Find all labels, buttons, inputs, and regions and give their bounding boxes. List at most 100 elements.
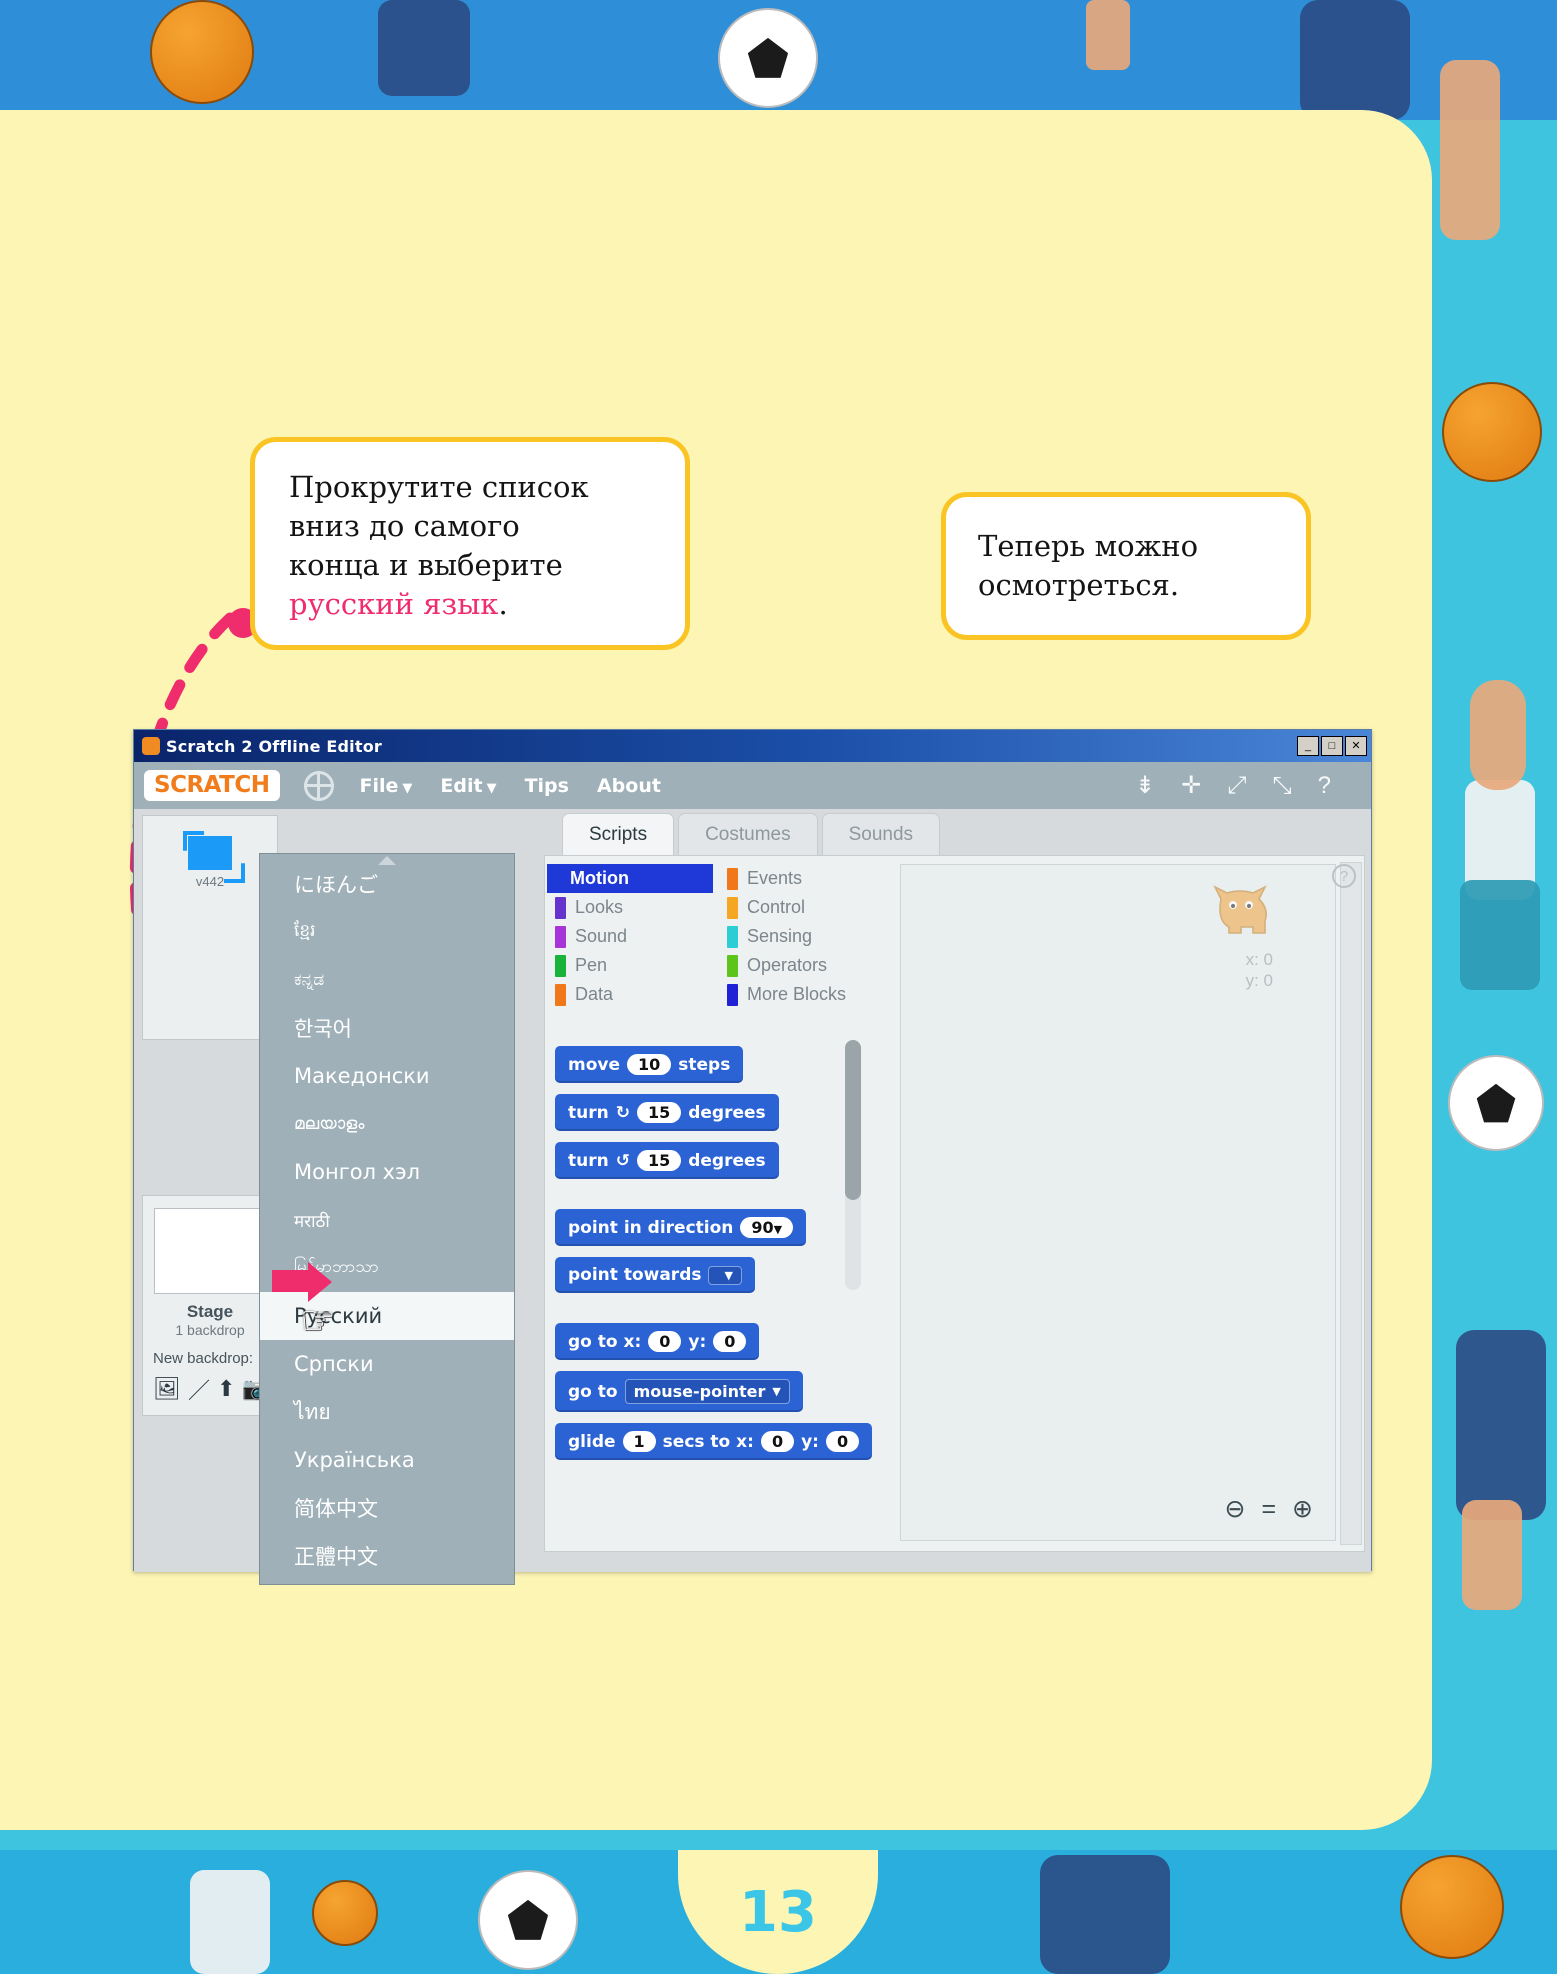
upload-backdrop-icon[interactable]: ⬆ xyxy=(217,1376,235,1402)
block-turn-counterclockwise[interactable]: turn ↺ 15 degrees xyxy=(555,1142,779,1179)
canvas-scrollbar[interactable] xyxy=(1340,862,1362,1545)
block-input-degrees[interactable]: 15 xyxy=(636,1150,682,1171)
chevron-down-icon: ▼ xyxy=(772,1385,781,1398)
callout-period: . xyxy=(498,586,508,621)
category-operators[interactable]: Operators xyxy=(727,951,885,980)
sprite-coordinates: x: 0 y: 0 xyxy=(1246,949,1273,992)
sprite-thumbnail-icon[interactable] xyxy=(188,836,232,870)
zoom-out-icon[interactable]: ⊖ xyxy=(1224,1494,1245,1524)
category-control[interactable]: Control xyxy=(727,893,885,922)
category-label: Data xyxy=(575,984,614,1004)
menu-tips[interactable]: Tips xyxy=(525,775,569,797)
block-text: secs to x: xyxy=(662,1431,754,1452)
tab-scripts[interactable]: Scripts xyxy=(562,813,675,855)
category-label: Operators xyxy=(747,955,828,975)
duplicate-icon[interactable]: ⇟ xyxy=(1135,771,1155,800)
minimize-button[interactable]: _ xyxy=(1297,736,1319,756)
block-input-x[interactable]: 0 xyxy=(760,1431,795,1452)
maximize-button[interactable]: □ xyxy=(1321,736,1343,756)
zoom-in-icon[interactable]: ⊕ xyxy=(1292,1494,1313,1524)
language-item-chinese-simplified[interactable]: 简体中文 xyxy=(260,1484,514,1532)
canvas-help-icon[interactable]: ? xyxy=(1332,864,1356,888)
zoom-reset-icon[interactable]: = xyxy=(1261,1495,1276,1524)
category-looks[interactable]: Looks xyxy=(555,893,713,922)
script-canvas[interactable]: x: 0 y: 0 ⊖ = ⊕ xyxy=(900,864,1336,1541)
language-item-marathi[interactable]: मराठी xyxy=(260,1196,514,1244)
block-palette: Motion Events Looks Control Sound Sensin… xyxy=(547,864,885,1009)
category-motion[interactable]: Motion xyxy=(547,864,713,893)
block-point-in-direction[interactable]: point in direction 90▼ xyxy=(555,1209,807,1246)
block-input-direction[interactable]: 90▼ xyxy=(740,1217,794,1238)
grow-icon[interactable]: ⤢ xyxy=(1227,772,1246,800)
category-pen[interactable]: Pen xyxy=(555,951,713,980)
turn-counterclockwise-icon: ↺ xyxy=(615,1150,630,1171)
category-sound[interactable]: Sound xyxy=(555,922,713,951)
scroll-up-arrow-icon[interactable] xyxy=(378,856,396,865)
stage-preview[interactable] xyxy=(154,1208,266,1294)
language-item-malayalam[interactable]: മലയാളം xyxy=(260,1100,514,1148)
language-item-thai[interactable]: ไทย xyxy=(260,1388,514,1436)
block-glide-to-xy[interactable]: glide 1 secs to x: 0 y: 0 xyxy=(555,1423,873,1460)
canvas-zoom-controls: ⊖ = ⊕ xyxy=(1224,1494,1313,1524)
block-input-steps[interactable]: 10 xyxy=(627,1054,672,1075)
block-input-secs[interactable]: 1 xyxy=(622,1431,656,1452)
sprite-y-value: y: 0 xyxy=(1245,971,1273,991)
tab-costumes[interactable]: Costumes xyxy=(678,813,818,855)
language-dropdown[interactable]: にほんご ខ្មែរ ಕನ್ನಡ 한국어 Македонски മലയാളം М… xyxy=(259,853,515,1585)
block-input-x[interactable]: 0 xyxy=(648,1331,682,1352)
block-input-degrees[interactable]: 15 xyxy=(636,1102,682,1123)
block-point-towards[interactable]: point towards ▼ xyxy=(555,1257,755,1293)
paint-backdrop-icon[interactable]: ／ xyxy=(188,1373,210,1405)
language-item-chinese-traditional[interactable]: 正體中文 xyxy=(260,1532,514,1580)
athlete-decor xyxy=(1440,60,1500,240)
library-backdrop-icon[interactable]: 🖼 xyxy=(153,1376,181,1402)
globe-icon[interactable] xyxy=(303,770,334,801)
menu-edit[interactable]: Edit ▼ xyxy=(440,775,496,797)
palette-scrollbar-thumb[interactable] xyxy=(845,1040,861,1200)
soccer-ball-decor xyxy=(1448,1055,1544,1151)
category-more-blocks[interactable]: More Blocks xyxy=(727,980,885,1009)
shrink-icon[interactable]: ⤡ xyxy=(1272,772,1291,800)
window-titlebar[interactable]: Scratch 2 Offline Editor _ □ ✕ xyxy=(134,730,1371,762)
sprite-list-panel[interactable]: v442 xyxy=(142,815,278,1040)
tab-sounds[interactable]: Sounds xyxy=(821,813,941,855)
stage-panel[interactable]: Stage 1 backdrop New backdrop: 🖼 ／ ⬆ 📷 xyxy=(142,1195,278,1416)
block-input-y[interactable]: 0 xyxy=(825,1431,860,1452)
new-backdrop-label: New backdrop: xyxy=(153,1350,254,1367)
block-text: degrees xyxy=(688,1102,766,1123)
block-text: move xyxy=(568,1054,621,1075)
block-text: go to x: xyxy=(568,1331,642,1352)
category-data[interactable]: Data xyxy=(555,980,713,1009)
block-go-to-target[interactable]: go to mouse-pointer ▼ xyxy=(555,1371,803,1412)
close-button[interactable]: ✕ xyxy=(1345,736,1367,756)
menu-about[interactable]: About xyxy=(597,775,661,797)
language-item-japanese[interactable]: にほんご xyxy=(260,860,514,908)
block-dropdown-target[interactable]: ▼ xyxy=(708,1265,742,1285)
athlete-decor xyxy=(190,1870,270,1974)
chevron-down-icon: ▼ xyxy=(402,780,413,796)
block-dropdown-target[interactable]: mouse-pointer ▼ xyxy=(624,1379,790,1404)
category-grid: Motion Events Looks Control Sound Sensin… xyxy=(547,864,885,1009)
block-input-y[interactable]: 0 xyxy=(713,1331,747,1352)
category-swatch xyxy=(555,954,566,977)
language-item-macedonian[interactable]: Македонски xyxy=(260,1052,514,1100)
help-icon[interactable]: ? xyxy=(1318,772,1331,800)
language-item-serbian[interactable]: Српски xyxy=(260,1340,514,1388)
category-sensing[interactable]: Sensing xyxy=(727,922,885,951)
language-item-kannada[interactable]: ಕನ್ನಡ xyxy=(260,956,514,1004)
scratch-logo[interactable]: SCRATCH xyxy=(144,770,280,801)
category-label: Looks xyxy=(575,897,624,917)
block-go-to-xy[interactable]: go to x: 0 y: 0 xyxy=(555,1323,760,1360)
language-item-ukrainian[interactable]: Українська xyxy=(260,1436,514,1484)
language-item-mongolian[interactable]: Монгол хэл xyxy=(260,1148,514,1196)
category-events[interactable]: Events xyxy=(727,864,885,893)
cut-icon[interactable]: ✛ xyxy=(1181,771,1201,800)
athlete-decor xyxy=(1462,1500,1522,1610)
language-item-korean[interactable]: 한국어 xyxy=(260,1004,514,1052)
window-body: v442 Stage 1 backdrop New backdrop: 🖼 ／ … xyxy=(134,809,1371,1585)
block-move-steps[interactable]: move 10 steps xyxy=(555,1046,744,1083)
block-text: turn xyxy=(568,1150,609,1171)
block-turn-clockwise[interactable]: turn ↻ 15 degrees xyxy=(555,1094,779,1131)
menu-file[interactable]: File ▼ xyxy=(360,775,413,797)
language-item-khmer[interactable]: ខ្មែរ xyxy=(260,908,514,956)
